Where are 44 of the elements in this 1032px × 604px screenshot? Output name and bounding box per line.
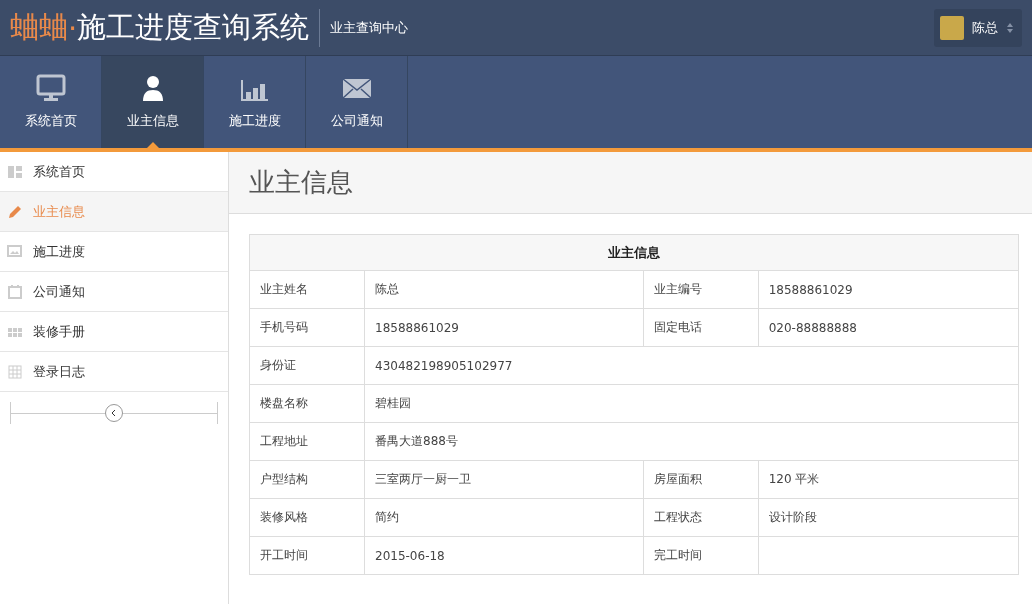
field-value: 番禺大道888号: [364, 422, 1019, 461]
field-value: 020-88888888: [758, 308, 1019, 347]
field-label: 完工时间: [643, 536, 759, 575]
field-label: 开工时间: [249, 536, 365, 575]
field-value: 18588861029: [758, 270, 1019, 309]
field-value: 18588861029: [364, 308, 644, 347]
field-label: 固定电话: [643, 308, 759, 347]
pencil-icon: [7, 203, 23, 220]
field-label: 户型结构: [249, 460, 365, 499]
field-value: 陈总: [364, 270, 644, 309]
avatar: [940, 15, 964, 40]
field-value: 2015-06-18: [364, 536, 644, 575]
field-label: 装修风格: [249, 498, 365, 537]
calendar-icon: [7, 283, 23, 300]
field-label: 业主姓名: [249, 270, 365, 309]
field-value: 碧桂园: [364, 384, 1019, 423]
table-title: 业主信息: [249, 234, 1019, 271]
field-label: 手机号码: [249, 308, 365, 347]
table-icon: [7, 363, 23, 380]
user-name: 陈总: [972, 18, 998, 37]
app-title: 蛐蛐·施工进度查询系统: [10, 8, 310, 47]
field-label: 房屋面积: [643, 460, 759, 499]
dashboard-icon: [7, 163, 23, 180]
user-menu[interactable]: 陈总: [934, 8, 1022, 47]
field-value: 简约: [364, 498, 644, 537]
nav-tab[interactable]: 公司通知: [306, 56, 408, 148]
field-label: 楼盘名称: [249, 384, 365, 423]
field-label: 身份证: [249, 346, 365, 385]
chevron-left-icon: [110, 409, 118, 417]
nav-tab[interactable]: 业主信息: [102, 56, 204, 148]
sort-arrows-icon: [1006, 21, 1014, 34]
field-label: 工程地址: [249, 422, 365, 461]
nav-tab[interactable]: 施工进度: [204, 56, 306, 148]
field-value: 120 平米: [758, 460, 1019, 499]
page-title: 业主信息: [249, 166, 353, 199]
monitor-icon: [35, 74, 66, 102]
field-value: 430482198905102977: [364, 346, 1019, 385]
field-value: 设计阶段: [758, 498, 1019, 537]
collapse-button[interactable]: [105, 404, 123, 422]
field-label: 业主编号: [643, 270, 759, 309]
field-value: 三室两厅一厨一卫: [364, 460, 644, 499]
field-label: 工程状态: [643, 498, 759, 537]
app-subtitle: 业主查询中心: [330, 18, 409, 37]
picture-icon: [7, 243, 23, 260]
